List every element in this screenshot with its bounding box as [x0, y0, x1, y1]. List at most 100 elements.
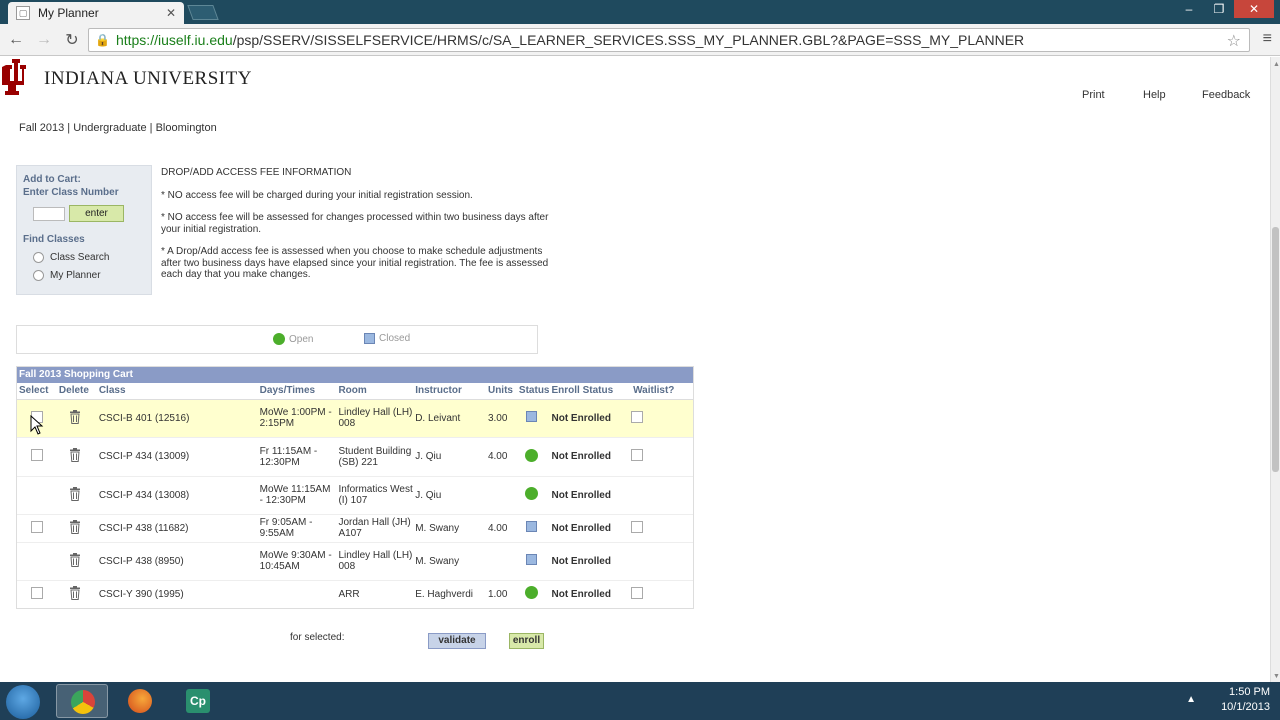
status-cell	[516, 579, 550, 608]
cell-instructor: J. Qiu	[413, 475, 486, 514]
cart-row: CSCI-P 434 (13009) Fr 11:15AM - 12:30PM St…	[17, 436, 693, 476]
open-status-icon	[524, 448, 538, 462]
scroll-down-icon[interactable]: ▼	[1273, 673, 1280, 680]
select-checkbox[interactable]	[31, 586, 43, 599]
shopping-cart: Fall 2013 Shopping Cart Select Delete Clas…	[16, 366, 694, 609]
new-tab-button[interactable]	[187, 5, 219, 20]
start-button[interactable]	[6, 685, 40, 719]
waitlist-checkbox[interactable]	[631, 410, 644, 423]
trash-icon[interactable]	[69, 409, 81, 424]
waitlist-cell	[631, 541, 693, 580]
enter-button[interactable]: enter	[69, 205, 124, 222]
captivate-taskbar-button[interactable]: Cp	[172, 684, 224, 718]
trash-icon[interactable]	[69, 486, 81, 501]
enroll-button[interactable]: enroll	[509, 633, 544, 649]
fee-line: * NO access fee will be assessed for cha…	[161, 212, 549, 235]
column-header: Days/Times	[257, 383, 337, 400]
cell-days	[257, 579, 337, 608]
cell-instructor: J. Qiu	[413, 436, 486, 476]
class-search-radio[interactable]: Class Search	[33, 252, 145, 263]
scroll-up-icon[interactable]: ▲	[1273, 61, 1280, 68]
university-name: INDIANA UNIVERSITY	[44, 68, 252, 89]
radio-button[interactable]	[33, 270, 44, 281]
cell-instructor: D. Leivant	[413, 398, 486, 437]
browser-tab-bar: ▢ My Planner ✕ ‒ ❐ ✕	[0, 0, 1280, 24]
class-number-label: Enter Class Number	[23, 187, 119, 198]
mouse-cursor-icon	[30, 415, 44, 435]
status-cell	[516, 513, 550, 542]
waitlist-checkbox[interactable]	[631, 586, 644, 599]
window-close-icon[interactable]: ✕	[1234, 0, 1274, 18]
lock-icon: 🔒	[95, 33, 110, 47]
closed-status-icon	[525, 411, 537, 422]
cell-days: Fr 9:05AM - 9:55AM	[257, 513, 337, 542]
delete-cell	[56, 436, 97, 476]
cell-class[interactable]: CSCI-B 401 (12516)	[96, 398, 258, 437]
cell-class[interactable]: CSCI-Y 390 (1995)	[96, 579, 258, 608]
tray-arrow-icon[interactable]: ▲	[1186, 694, 1196, 705]
cell-room: ARR	[336, 579, 414, 608]
trash-icon[interactable]	[69, 552, 81, 567]
bookmark-star-icon[interactable]: ☆	[1227, 31, 1241, 51]
delete-cell	[56, 513, 97, 542]
status-cell	[516, 436, 550, 476]
select-checkbox[interactable]	[31, 520, 43, 533]
firefox-taskbar-button[interactable]	[114, 684, 166, 718]
cell-days: MoWe 9:30AM - 10:45AM	[257, 541, 337, 580]
select-cell	[17, 475, 57, 514]
for-selected-label: for selected:	[290, 632, 345, 643]
trash-icon[interactable]	[69, 585, 81, 600]
forward-arrow-icon[interactable]: →	[32, 31, 56, 49]
cell-instructor: M. Swany	[413, 541, 486, 580]
maximize-icon[interactable]: ❐	[1204, 0, 1234, 18]
back-arrow-icon[interactable]: ←	[4, 31, 28, 49]
reload-icon[interactable]: ↻	[60, 30, 84, 50]
page-scrollbar[interactable]: ▲ ▼	[1270, 57, 1280, 682]
system-clock[interactable]: 1:50 PM 10/1/2013	[1221, 685, 1270, 715]
cell-class[interactable]: CSCI-P 434 (13008)	[96, 475, 258, 514]
minimize-icon[interactable]: ‒	[1174, 0, 1204, 18]
column-header: Instructor	[413, 383, 486, 400]
iu-logo[interactable]: INDIANA UNIVERSITY	[2, 59, 252, 99]
status-cell	[516, 398, 550, 437]
tab-close-icon[interactable]: ✕	[166, 6, 176, 20]
cell-class[interactable]: CSCI-P 438 (8950)	[96, 541, 258, 580]
feedback-link[interactable]: Feedback	[1202, 89, 1250, 101]
cart-row: CSCI-P 434 (13008) MoWe 11:15AM - 12:30PM…	[17, 475, 693, 514]
tab-title: My Planner	[38, 6, 99, 20]
column-header: Delete	[56, 383, 97, 400]
my-planner-radio[interactable]: My Planner	[33, 270, 145, 281]
enroll-status-cell: Not Enrolled	[549, 475, 632, 514]
browser-tab[interactable]: ▢ My Planner ✕	[8, 2, 184, 24]
column-header: Enroll Status	[549, 383, 632, 400]
delete-cell	[56, 398, 97, 437]
radio-button[interactable]	[33, 252, 44, 263]
validate-button[interactable]: validate	[428, 633, 486, 649]
cart-table: Select Delete Class Days/Times Room Instructo…	[17, 383, 693, 608]
print-link[interactable]: Print	[1082, 89, 1105, 101]
scroll-thumb[interactable]	[1272, 227, 1279, 472]
waitlist-checkbox[interactable]	[631, 520, 644, 533]
cell-class[interactable]: CSCI-P 434 (13009)	[96, 436, 258, 476]
enroll-status-cell: Not Enrolled	[549, 541, 632, 580]
find-classes-label: Find Classes	[23, 234, 85, 245]
trash-icon[interactable]	[69, 448, 81, 462]
browser-menu-icon[interactable]: ≡	[1263, 30, 1272, 48]
waitlist-checkbox[interactable]	[631, 449, 644, 461]
trash-icon[interactable]	[69, 519, 81, 534]
class-number-input[interactable]	[33, 206, 65, 221]
radio-label: Class Search	[50, 252, 110, 263]
firefox-icon	[128, 689, 152, 713]
help-link[interactable]: Help	[1143, 89, 1166, 101]
cell-class[interactable]: CSCI-P 438 (11682)	[96, 513, 258, 542]
select-cell	[17, 541, 57, 580]
enroll-status-cell: Not Enrolled	[549, 579, 632, 608]
select-checkbox[interactable]	[31, 449, 43, 461]
cart-row: CSCI-P 438 (11682) Fr 9:05AM - 9:55AM Jord…	[17, 513, 693, 542]
address-bar[interactable]: 🔒 https://iuself.iu.edu/psp/SSERV/SISSEL…	[88, 28, 1250, 52]
cell-room: Jordan Hall (JH) A107	[336, 513, 414, 542]
chrome-taskbar-button[interactable]	[56, 684, 108, 718]
fee-information: DROP/ADD ACCESS FEE INFORMATION * NO acc…	[161, 167, 561, 292]
iu-trident-icon	[2, 59, 26, 95]
cell-units	[485, 475, 517, 514]
